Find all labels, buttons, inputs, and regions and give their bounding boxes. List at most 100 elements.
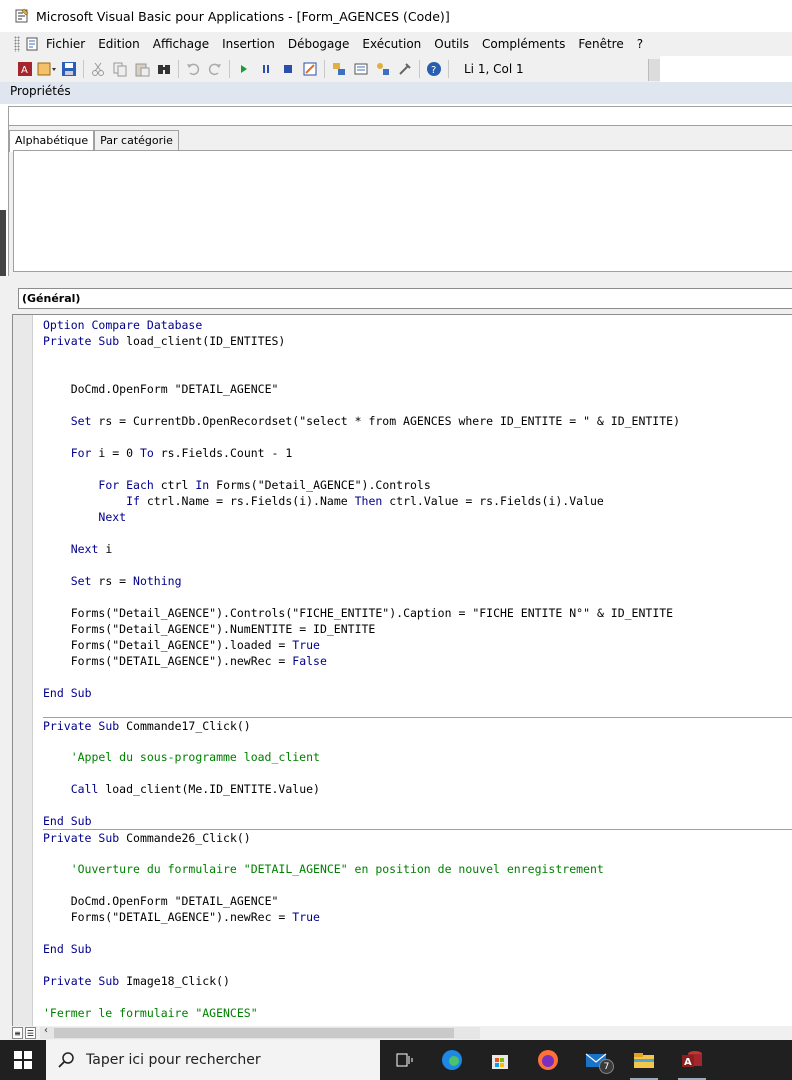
code-line[interactable] — [43, 845, 792, 861]
cursor-position: Li 1, Col 1 — [464, 62, 524, 76]
code-line[interactable]: 'Appel du sous-programme load_client — [43, 749, 792, 765]
undo-icon[interactable] — [182, 58, 204, 80]
file-explorer-icon[interactable] — [620, 1040, 668, 1080]
scrollbar-thumb[interactable] — [54, 1028, 454, 1038]
firefox-icon[interactable] — [524, 1040, 572, 1080]
code-line[interactable] — [43, 957, 792, 973]
toolbox-icon[interactable] — [394, 58, 416, 80]
code-line[interactable]: Set rs = Nothing — [43, 573, 792, 589]
code-line[interactable] — [43, 701, 792, 717]
code-line[interactable] — [43, 989, 792, 1005]
windows-start-icon[interactable] — [0, 1040, 46, 1080]
procedure-view-button[interactable]: ≡ — [12, 1027, 23, 1039]
scroll-left-icon[interactable]: ‹ — [40, 1025, 52, 1036]
code-line[interactable]: Call load_client(Me.ID_ENTITE.Value) — [43, 781, 792, 797]
code-line[interactable] — [43, 797, 792, 813]
paste-icon[interactable] — [131, 58, 153, 80]
code-line[interactable]: Private Sub Commande17_Click() — [43, 717, 792, 733]
redo-icon[interactable] — [204, 58, 226, 80]
code-line[interactable]: End Sub — [43, 813, 792, 829]
margin-indicator-bar[interactable] — [13, 315, 33, 1026]
code-line[interactable]: End Sub — [43, 941, 792, 957]
object-browser-icon[interactable] — [372, 58, 394, 80]
menu-debogage[interactable]: Débogage — [288, 37, 350, 51]
code-line[interactable] — [43, 669, 792, 685]
code-line[interactable]: Forms("Detail_AGENCE").NumENTITE = ID_EN… — [43, 621, 792, 637]
grip-icon[interactable] — [14, 36, 20, 52]
project-explorer-icon[interactable] — [328, 58, 350, 80]
menu-complements[interactable]: Compléments — [482, 37, 565, 51]
taskbar-search[interactable]: Taper ici pour rechercher — [46, 1040, 380, 1080]
code-line[interactable]: DoCmd.OpenForm "DETAIL_AGENCE" — [43, 381, 792, 397]
code-line[interactable]: For i = 0 To rs.Fields.Count - 1 — [43, 445, 792, 461]
menu-affichage[interactable]: Affichage — [153, 37, 209, 51]
code-line[interactable] — [43, 925, 792, 941]
insert-userform-icon[interactable] — [36, 58, 58, 80]
cut-icon[interactable] — [87, 58, 109, 80]
save-icon[interactable] — [58, 58, 80, 80]
break-icon[interactable] — [255, 58, 277, 80]
code-line[interactable]: Forms("DETAIL_AGENCE").newRec = True — [43, 909, 792, 925]
reset-icon[interactable] — [277, 58, 299, 80]
document-icon[interactable] — [24, 36, 40, 52]
code-line[interactable]: Forms("Detail_AGENCE").loaded = True — [43, 637, 792, 653]
code-lines[interactable]: Option Compare Database Private Sub load_… — [43, 317, 792, 1021]
code-line[interactable]: 'Ouverture du formulaire "DETAIL_AGENCE"… — [43, 861, 792, 877]
code-editor[interactable]: Option Compare Database Private Sub load_… — [12, 314, 792, 1026]
code-line[interactable] — [43, 461, 792, 477]
code-line[interactable]: Private Sub load_client(ID_ENTITES) — [43, 333, 792, 349]
copy-icon[interactable] — [109, 58, 131, 80]
tab-alphabetique[interactable]: Alphabétique — [9, 130, 95, 152]
properties-icon[interactable] — [350, 58, 372, 80]
toolbar-overflow-button[interactable] — [648, 59, 660, 81]
code-line[interactable] — [43, 589, 792, 605]
code-line[interactable] — [43, 365, 792, 381]
properties-object-select[interactable] — [8, 106, 792, 126]
toolbar-separator — [419, 60, 420, 78]
code-line[interactable]: For Each ctrl In Forms("Detail_AGENCE").… — [43, 477, 792, 493]
code-line[interactable] — [43, 397, 792, 413]
code-line[interactable]: 'Fermer le formulaire "AGENCES" — [43, 1005, 792, 1021]
menu-fenetre[interactable]: Fenêtre — [578, 37, 623, 51]
properties-tabs: Alphabétique Par catégorie — [9, 130, 179, 152]
menu-execution[interactable]: Exécution — [362, 37, 421, 51]
full-module-view-button[interactable]: ☰ — [25, 1027, 36, 1039]
code-line[interactable]: Next i — [43, 541, 792, 557]
menu-edition[interactable]: Edition — [98, 37, 140, 51]
code-line[interactable]: Option Compare Database — [43, 317, 792, 333]
task-view-icon[interactable] — [380, 1040, 428, 1080]
mail-icon[interactable]: 7 — [572, 1040, 620, 1080]
access-icon[interactable]: A — [668, 1040, 716, 1080]
code-line[interactable]: Forms("DETAIL_AGENCE").newRec = False — [43, 653, 792, 669]
horizontal-scrollbar[interactable]: ‹ — [40, 1025, 480, 1039]
design-mode-icon[interactable] — [299, 58, 321, 80]
tab-par-categorie[interactable]: Par catégorie — [94, 130, 179, 152]
menu-outils[interactable]: Outils — [434, 37, 469, 51]
run-icon[interactable] — [233, 58, 255, 80]
code-line[interactable] — [43, 733, 792, 749]
code-line[interactable] — [43, 349, 792, 365]
menu-help[interactable]: ? — [637, 37, 643, 51]
find-icon[interactable] — [153, 58, 175, 80]
code-line[interactable] — [43, 525, 792, 541]
code-line[interactable]: Forms("Detail_AGENCE").Controls("FICHE_E… — [43, 605, 792, 621]
code-line[interactable]: Private Sub Commande26_Click() — [43, 829, 792, 845]
code-line[interactable]: DoCmd.OpenForm "DETAIL_AGENCE" — [43, 893, 792, 909]
store-icon[interactable] — [476, 1040, 524, 1080]
edge-icon[interactable] — [428, 1040, 476, 1080]
code-line[interactable]: Set rs = CurrentDb.OpenRecordset("select… — [43, 413, 792, 429]
code-line[interactable] — [43, 877, 792, 893]
code-line[interactable]: End Sub — [43, 685, 792, 701]
code-line[interactable] — [43, 765, 792, 781]
object-dropdown[interactable]: (Général) — [18, 288, 792, 309]
menu-fichier[interactable]: Fichier — [46, 37, 85, 51]
code-line[interactable] — [43, 557, 792, 573]
code-line[interactable] — [43, 429, 792, 445]
code-line[interactable]: Next — [43, 509, 792, 525]
help-icon[interactable]: ? — [423, 58, 445, 80]
properties-list[interactable] — [13, 150, 792, 272]
code-line[interactable]: Private Sub Image18_Click() — [43, 973, 792, 989]
view-access-icon[interactable]: A — [14, 58, 36, 80]
code-line[interactable]: If ctrl.Name = rs.Fields(i).Name Then ct… — [43, 493, 792, 509]
menu-insertion[interactable]: Insertion — [222, 37, 275, 51]
